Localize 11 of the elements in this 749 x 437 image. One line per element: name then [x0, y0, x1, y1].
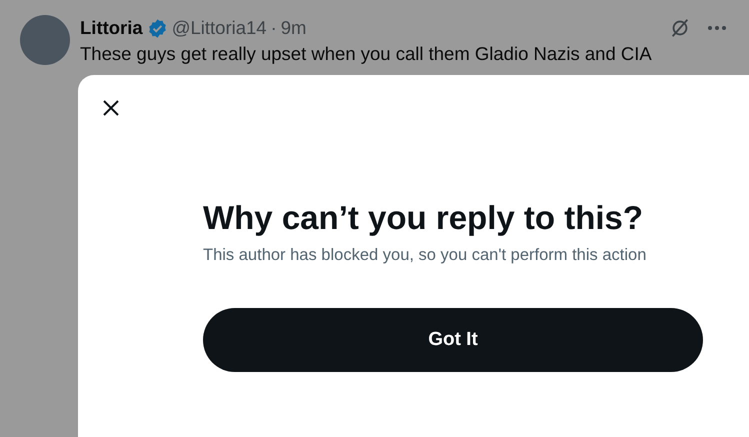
author-name[interactable]: Littoria — [80, 17, 143, 39]
author-handle[interactable]: @Littoria14 — [172, 17, 267, 39]
got-it-button[interactable]: Got It — [203, 308, 703, 372]
more-icon[interactable] — [707, 25, 727, 31]
separator: · — [270, 17, 277, 39]
dialog-title: Why can’t you reply to this? — [203, 199, 644, 237]
post-text: These guys get really upset when you call them Gladio Nazis and CIA — [80, 42, 653, 66]
post-time[interactable]: 9m — [280, 17, 306, 39]
avatar[interactable] — [20, 15, 70, 65]
close-icon — [102, 99, 120, 117]
dialog-message: This author has blocked you, so you can't perform this action — [203, 245, 648, 266]
